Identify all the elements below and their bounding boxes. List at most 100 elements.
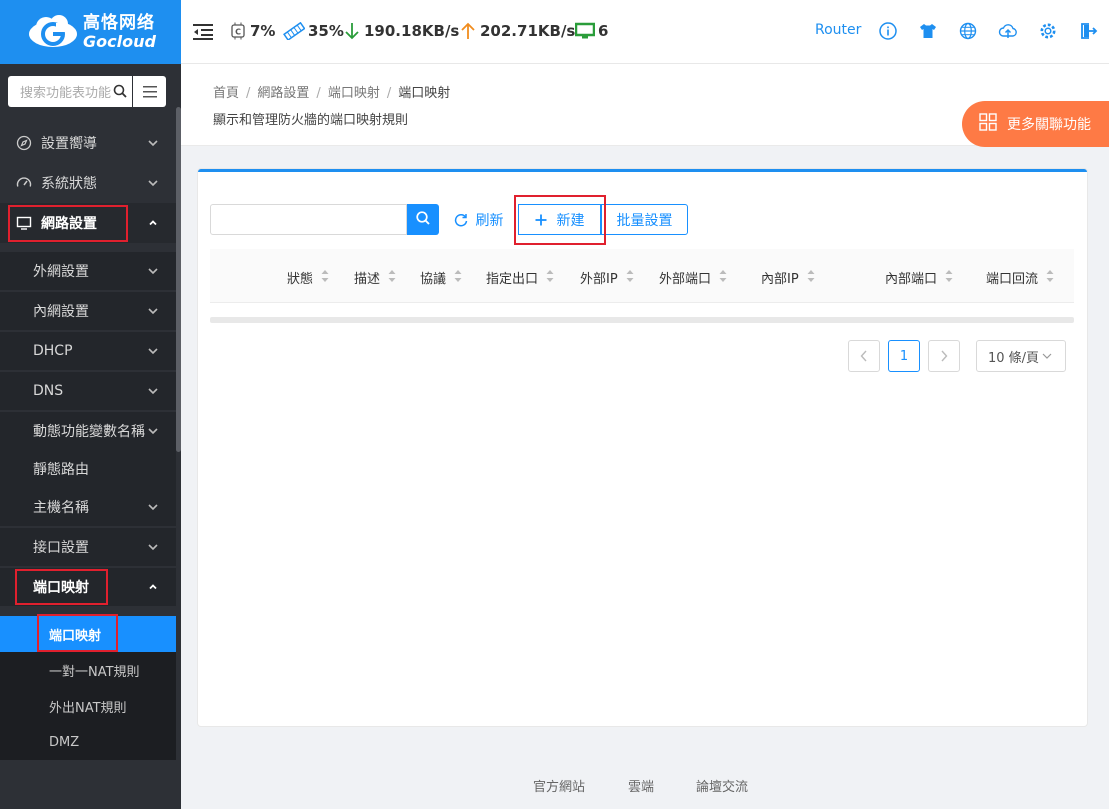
logout-icon[interactable]	[1078, 21, 1098, 41]
sidebar-sub2-one-to-one-nat[interactable]: 一對一NAT規則	[0, 652, 176, 688]
table-header: 狀態 描述 協議 指定出口 外部IP 外部端口 內部IP 內部端口 端口回流	[210, 249, 1074, 303]
column-internal-port[interactable]: 內部端口	[885, 268, 953, 287]
refresh-icon	[454, 213, 467, 226]
monitor-icon	[575, 22, 595, 39]
next-page-button[interactable]	[928, 340, 960, 372]
cpu-value: 7%	[250, 22, 276, 40]
footer-link-official[interactable]: 官方網站	[533, 776, 585, 795]
highlight-network-settings	[8, 205, 128, 242]
sidebar-subitem-hostname[interactable]: 主機名稱	[0, 488, 176, 526]
search-icon[interactable]	[112, 83, 128, 99]
highlight-port-mapping-group	[15, 569, 108, 605]
sidebar-subitem-label: DNS	[33, 383, 64, 399]
breadcrumb: 首頁 / 網路設置 / 端口映射 / 端口映射	[213, 86, 451, 101]
sort-icon[interactable]	[321, 269, 329, 287]
chevron-down-icon	[147, 541, 159, 553]
top-bar: C 7% 35% 190.18KB/s 202.71KB/s 6 Router	[181, 0, 1109, 64]
sidebar-subitem-dns[interactable]: DNS	[0, 372, 176, 410]
column-description[interactable]: 描述	[354, 268, 396, 287]
sidebar-subitem-label: DHCP	[33, 343, 73, 359]
chevron-right-icon	[941, 350, 948, 362]
batch-settings-button[interactable]: 批量設置	[601, 204, 688, 235]
footer-link-forum[interactable]: 論壇交流	[696, 776, 748, 795]
chevron-down-icon	[147, 345, 159, 357]
router-label[interactable]: Router	[815, 22, 861, 38]
sidebar-subitem-static-route[interactable]: 靜態路由	[0, 450, 176, 488]
prev-page-button[interactable]	[848, 340, 880, 372]
sidebar-sub2-label: DMZ	[49, 734, 80, 750]
arrow-up-icon	[461, 22, 475, 39]
sidebar-subitem-lan[interactable]: 內網設置	[0, 292, 176, 330]
column-loopback[interactable]: 端口回流	[986, 268, 1054, 287]
globe-icon[interactable]	[958, 21, 978, 41]
dashboard-icon	[16, 175, 32, 191]
sort-icon[interactable]	[719, 269, 727, 287]
column-external-ip[interactable]: 外部IP	[580, 268, 634, 287]
grid-icon	[979, 113, 997, 135]
sort-icon[interactable]	[454, 269, 462, 287]
footer: 官方網站 雲端 論壇交流	[181, 776, 1109, 796]
sidebar: 高恪网络 Gocloud 搜索功能表功能 設置嚮導 系統狀態 網路設置 外網設置…	[0, 0, 181, 809]
brand-logo[interactable]: 高恪网络 Gocloud	[0, 0, 181, 64]
sidebar-item-label: 系統狀態	[41, 176, 97, 192]
column-label: 端口回流	[986, 272, 1039, 287]
more-features-button[interactable]: 更多關聯功能	[962, 101, 1109, 147]
refresh-label: 刷新	[475, 212, 504, 229]
sidebar-sub2-outbound-nat[interactable]: 外出NAT規則	[0, 688, 176, 724]
sidebar-subitem-wan[interactable]: 外網設置	[0, 252, 176, 290]
cloud-upload-icon[interactable]	[998, 21, 1018, 41]
arrow-down-icon	[345, 23, 359, 40]
column-label: 狀態	[287, 272, 314, 287]
footer-link-cloud[interactable]: 雲端	[628, 776, 654, 795]
table-search-button[interactable]	[407, 204, 439, 235]
sidebar-subitem-interface[interactable]: 接口設置	[0, 528, 176, 566]
sidebar-subitem-label: 內網設置	[33, 304, 89, 320]
sidebar-subitem-label: 接口設置	[33, 540, 89, 556]
page-number-button[interactable]: 1	[888, 340, 920, 372]
sidebar-sub2-dmz[interactable]: DMZ	[0, 724, 176, 760]
menu-search-input[interactable]: 搜索功能表功能	[8, 76, 132, 107]
sidebar-subitem-label: 外網設置	[33, 264, 89, 280]
sidebar-item-system-status[interactable]: 系統狀態	[0, 163, 176, 203]
page-size-select[interactable]: 10 條/頁	[976, 340, 1066, 372]
hamburger-menu-icon[interactable]	[133, 76, 166, 107]
sidebar-item-wizard[interactable]: 設置嚮導	[0, 123, 176, 163]
chevron-down-icon	[147, 177, 159, 189]
sidebar-subitem-dhcp[interactable]: DHCP	[0, 332, 176, 370]
breadcrumb-home[interactable]: 首頁	[213, 86, 239, 101]
column-egress[interactable]: 指定出口	[486, 268, 554, 287]
sidebar-sub2-label: 一對一NAT規則	[49, 664, 140, 680]
sidebar-scrollbar[interactable]	[176, 107, 181, 452]
memory-icon	[283, 22, 305, 40]
sort-icon[interactable]	[626, 269, 634, 287]
sort-icon[interactable]	[388, 269, 396, 287]
breadcrumb-network[interactable]: 網路設置	[257, 86, 309, 101]
download-speed: 190.18KB/s	[343, 22, 459, 40]
compass-icon	[16, 135, 32, 151]
sidebar-subitem-ddns[interactable]: 動態功能變數名稱	[0, 412, 176, 450]
upload-speed: 202.71KB/s	[459, 22, 575, 40]
sort-icon[interactable]	[807, 269, 815, 287]
column-label: 描述	[354, 272, 381, 287]
table-horizontal-scrollbar[interactable]	[210, 317, 1074, 323]
breadcrumb-port-mapping[interactable]: 端口映射	[328, 86, 380, 101]
column-status[interactable]: 狀態	[287, 268, 329, 287]
column-internal-ip[interactable]: 內部IP	[761, 268, 815, 287]
sidebar-item-label: 設置嚮導	[41, 136, 97, 152]
info-icon[interactable]	[878, 21, 898, 41]
menu-search: 搜索功能表功能	[8, 76, 166, 107]
tshirt-icon[interactable]	[918, 21, 938, 41]
refresh-button[interactable]: 刷新	[439, 204, 518, 235]
sort-icon[interactable]	[945, 269, 953, 287]
gear-icon[interactable]	[1038, 21, 1058, 41]
sidebar-subitem-label: 動態功能變數名稱	[33, 424, 145, 440]
memory-value: 35%	[308, 22, 344, 40]
column-external-port[interactable]: 外部端口	[659, 268, 727, 287]
table-search-input[interactable]	[210, 204, 407, 235]
sort-icon[interactable]	[1046, 269, 1054, 287]
collapse-sidebar-icon[interactable]	[193, 23, 213, 45]
column-protocol[interactable]: 協議	[420, 268, 462, 287]
column-label: 內部端口	[885, 272, 938, 287]
sort-icon[interactable]	[546, 269, 554, 287]
upload-value: 202.71KB/s	[480, 22, 576, 40]
